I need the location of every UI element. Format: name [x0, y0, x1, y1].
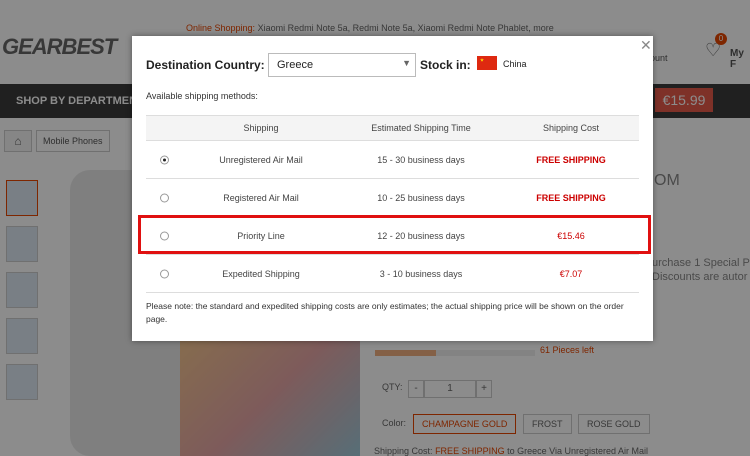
method-time: 10 - 25 business days — [377, 192, 465, 203]
method-name: Registered Air Mail — [223, 192, 299, 203]
shipping-note: Please note: the standard and expedited … — [146, 301, 624, 324]
method-cost: FREE SHIPPING — [536, 154, 606, 165]
method-name: Expedited Shipping — [222, 268, 300, 279]
stock-country: China — [503, 59, 527, 69]
col-shipping: Shipping — [243, 123, 279, 133]
radio-registered-air-mail[interactable] — [160, 193, 169, 202]
stock-in-label: Stock in: — [420, 58, 471, 72]
method-cost: FREE SHIPPING — [536, 192, 606, 203]
priority-line-highlight-box — [138, 215, 651, 254]
shipping-methods-table: Shipping Estimated Shipping Time Shippin… — [146, 115, 639, 293]
col-estimated-time: Estimated Shipping Time — [371, 123, 471, 133]
table-row[interactable]: Registered Air Mail 10 - 25 business day… — [146, 179, 639, 217]
radio-expedited-shipping[interactable] — [160, 269, 169, 278]
table-row[interactable]: Expedited Shipping 3 - 10 business days … — [146, 255, 639, 293]
table-row[interactable]: Unregistered Air Mail 15 - 30 business d… — [146, 141, 639, 179]
close-icon[interactable]: ✕ — [640, 37, 652, 54]
radio-unregistered-air-mail[interactable] — [160, 155, 169, 164]
china-flag-icon — [477, 56, 497, 70]
destination-country-value: Greece — [277, 59, 314, 71]
method-cost: €7.07 — [559, 268, 583, 279]
method-time: 15 - 30 business days — [377, 154, 465, 165]
chevron-down-icon: ▼ — [402, 58, 411, 68]
table-header: Shipping Estimated Shipping Time Shippin… — [146, 115, 639, 141]
method-name: Unregistered Air Mail — [219, 154, 303, 165]
method-time: 3 - 10 business days — [379, 268, 463, 279]
available-methods-label: Available shipping methods: — [146, 91, 258, 101]
col-shipping-cost: Shipping Cost — [542, 123, 600, 133]
destination-country-select[interactable]: Greece ▼ — [268, 53, 416, 77]
destination-country-label: Destination Country: — [146, 58, 265, 72]
